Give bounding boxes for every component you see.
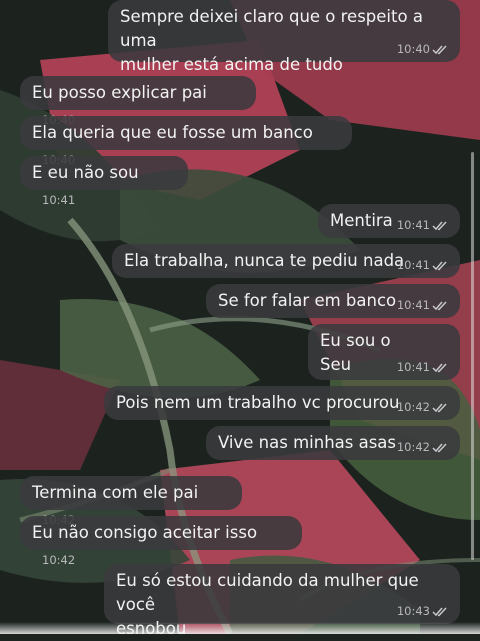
timestamp-text: 10:40 (396, 42, 430, 56)
incoming-message[interactable]: E eu não sou 10:41 (20, 156, 188, 207)
outgoing-message[interactable]: Vive nas minhas asas 10:42 (206, 426, 460, 460)
outgoing-message[interactable]: Sempre deixei claro que o respeito a uma… (108, 0, 460, 74)
message-text: Vive nas minhas asas (218, 433, 397, 452)
outgoing-message[interactable]: Ela trabalha, nunca te pediu nada 10:41 (112, 244, 460, 278)
message-timestamp: 10:43 (397, 604, 448, 618)
timestamp-text: 10:42 (396, 400, 430, 414)
scrollbar[interactable] (471, 152, 474, 560)
message-timestamp: 10:41 (397, 298, 448, 312)
incoming-message[interactable]: Eu não consigo aceitar isso 10:42 (20, 516, 302, 567)
timestamp-text: 10:41 (396, 298, 430, 312)
message-text: Eu não consigo aceitar isso (32, 523, 258, 542)
outgoing-message[interactable]: Eu só estou cuidando da mulher que você … (104, 564, 460, 638)
message-text: Termina com ele pai (32, 483, 199, 502)
message-text: Mentira (330, 211, 393, 230)
message-text: Pois nem um trabalho vc procurou (116, 393, 400, 412)
double-check-icon (432, 300, 447, 310)
message-text: Eu posso explicar pai (32, 83, 207, 102)
double-check-icon (432, 220, 447, 230)
message-timestamp: 10:41 (42, 193, 75, 207)
message-text: Ela trabalha, nunca te pediu nada (124, 251, 405, 270)
outgoing-message[interactable]: Mentira 10:41 (318, 204, 460, 238)
double-check-icon (432, 402, 447, 412)
double-check-icon (432, 442, 447, 452)
message-timestamp: 10:41 (397, 258, 448, 272)
message-text: Se for falar em banco (218, 291, 397, 310)
outgoing-message[interactable]: Se for falar em banco 10:41 (206, 284, 460, 318)
timestamp-text: 10:43 (396, 604, 430, 618)
timestamp-text: 10:41 (396, 258, 430, 272)
timestamp-text: 10:42 (42, 553, 76, 567)
message-timestamp: 10:41 (397, 360, 448, 374)
timestamp-text: 10:41 (396, 360, 430, 374)
outgoing-message[interactable]: Eu sou o Seu 10:41 (308, 324, 460, 380)
double-check-icon (432, 606, 447, 616)
message-text: E eu não sou (32, 163, 139, 182)
message-text: Eu sou o Seu (320, 331, 391, 374)
double-check-icon (432, 362, 447, 372)
message-text: Ela queria que eu fosse um banco (32, 123, 313, 142)
double-check-icon (432, 260, 447, 270)
message-timestamp: 10:40 (397, 42, 448, 56)
message-timestamp: 10:42 (397, 400, 448, 414)
incoming-message[interactable]: Ela queria que eu fosse um banco10:40 (20, 116, 352, 167)
timestamp-text: 10:42 (396, 440, 430, 454)
message-timestamp: 10:42 (397, 440, 448, 454)
outgoing-message[interactable]: Pois nem um trabalho vc procurou 10:42 (104, 386, 460, 420)
timestamp-text: 10:41 (42, 193, 76, 207)
message-timestamp: 10:41 (397, 218, 448, 232)
incoming-message[interactable]: Termina com ele pai10:42 (20, 476, 242, 527)
timestamp-text: 10:41 (396, 218, 430, 232)
message-timestamp: 10:42 (42, 553, 75, 567)
composer-edge (0, 622, 480, 634)
double-check-icon (432, 44, 447, 54)
incoming-message[interactable]: Eu posso explicar pai10:40 (20, 76, 256, 127)
